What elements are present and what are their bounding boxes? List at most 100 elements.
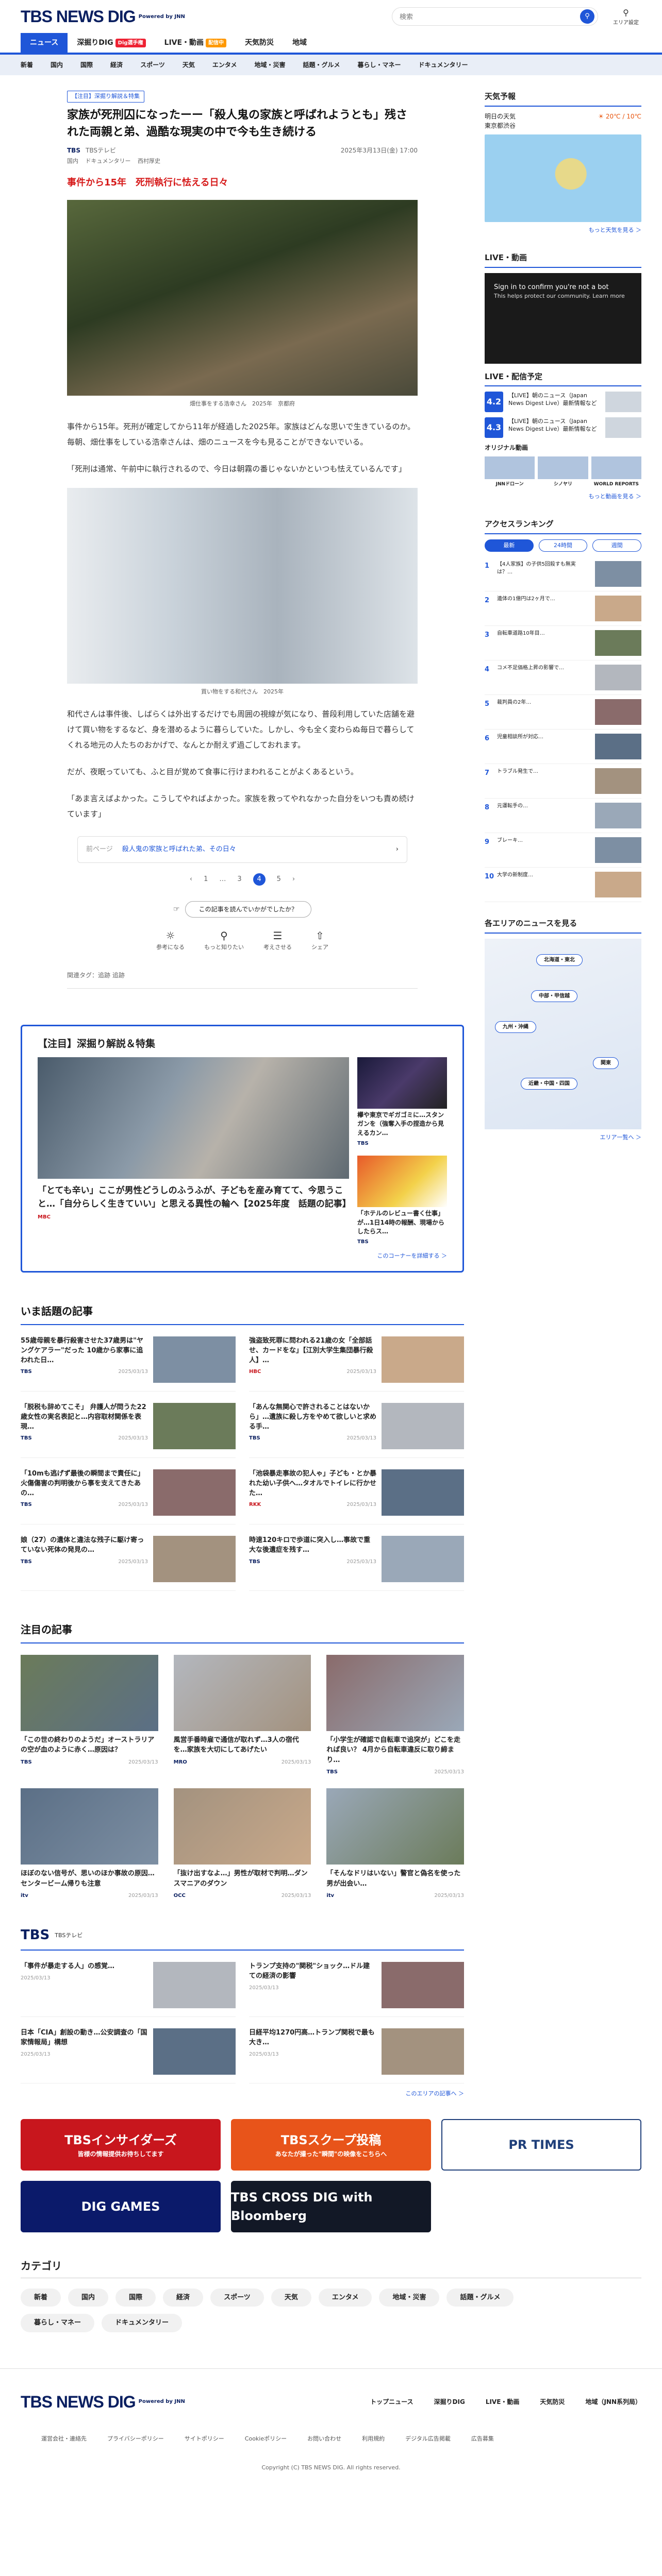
subnav-item[interactable]: 天気	[183, 60, 195, 70]
footer-sublink[interactable]: Cookieポリシー	[245, 2435, 287, 2444]
footer-sublink[interactable]: 広告募集	[471, 2435, 494, 2444]
search-icon[interactable]: ⚲	[580, 9, 594, 24]
schedule-item[interactable]: 4.2 【LIVE】朝のニュース（Japan News Digest Live）…	[485, 392, 641, 412]
weather-more-link[interactable]: もっと天気を見る ＞	[485, 226, 642, 235]
footer-sublink[interactable]: 利用規約	[362, 2435, 385, 2444]
category-chip[interactable]: ドキュメンタリー	[102, 2314, 183, 2332]
notable-card[interactable]: 風営手番時雇で通信が取れず…3人の宿代を…家族を大切にしてあげたい MRO 2025…	[173, 1654, 311, 1776]
area-button[interactable]: 北海道・東北	[536, 954, 583, 966]
category-chip[interactable]: 天気	[271, 2288, 311, 2307]
subnav-item[interactable]: 経済	[110, 60, 123, 70]
category-chip[interactable]: 新着	[21, 2288, 61, 2307]
category-chip[interactable]: 話題・グルメ	[446, 2288, 514, 2307]
category-chip[interactable]: スポーツ	[210, 2288, 264, 2307]
category-chip[interactable]: 国際	[115, 2288, 156, 2307]
rank-tab-weekly[interactable]: 週間	[592, 539, 642, 552]
area-button[interactable]: 関東	[593, 1057, 619, 1069]
tbs-card[interactable]: 日本「CIA」創設の動き…公安調査の「国家情報局」構想 2025/03/13	[21, 2017, 236, 2084]
ranking-item[interactable]: 9 ブレーキ…	[485, 833, 641, 868]
promo-banner[interactable]: TBSスクープ投稿 あなたが撮った"瞬間"の映像をこちらへ	[231, 2119, 431, 2171]
subnav-item[interactable]: ドキュメンタリー	[419, 60, 468, 70]
promo-banner[interactable]: DIG GAMES	[21, 2180, 221, 2232]
tbs-card[interactable]: 「事件が暴走する人」の感覚… 2025/03/13	[21, 1951, 236, 2018]
tbs-more-link[interactable]: このエリアの記事へ ＞	[21, 2090, 465, 2098]
footer-sublink[interactable]: デジタル広告掲載	[405, 2435, 451, 2444]
news-card[interactable]: 「脱税も辞めてこそ」 弁護人が問うた22歳女性の実名表記と…内容取材関係を表現……	[21, 1392, 236, 1458]
footer-logo[interactable]: TBS NEWS DIG	[21, 2389, 136, 2414]
tbs-card[interactable]: 日経平均1270円高…トランプ関税で最も大き… 2025/03/13	[249, 2017, 464, 2084]
tab-live[interactable]: LIVE・動画 配信中	[155, 33, 236, 53]
ranking-item[interactable]: 4 コメ不足価格上昇の影響で…	[485, 660, 641, 695]
notable-card[interactable]: 「小学生が確認で自転車で追突が」どこを走れば良い？ 4月から自転車違反に取り締ま…	[326, 1654, 464, 1776]
news-card[interactable]: 「あんな無関心で許されることはないから」…遺族に殺し方をやめて欲しいと求める手……	[249, 1392, 464, 1458]
page-link[interactable]: 1	[204, 874, 208, 885]
news-card[interactable]: 娘（27）の遺体と違法な残子に駆け寄っていない死体の発見の… TBS 2025/03…	[21, 1524, 236, 1591]
tab-dig[interactable]: 深掘りDIG Dig選手権	[68, 33, 155, 53]
subnav-item[interactable]: 国内	[51, 60, 63, 70]
ranking-item[interactable]: 2 遺体の1億円は2ヶ月で…	[485, 591, 641, 626]
footer-sublink[interactable]: お問い合わせ	[307, 2435, 341, 2444]
category-chip[interactable]: 経済	[163, 2288, 204, 2307]
footer-link[interactable]: 深掘りDIG	[434, 2397, 465, 2406]
feature-card[interactable]: 「ホテルのレビュー書く仕事」が…1日14時の報酬、現場からしたらス… TBS	[357, 1156, 447, 1246]
chevron-right-icon[interactable]: ›	[292, 874, 295, 885]
ranking-item[interactable]: 8 元運転手の…	[485, 799, 641, 833]
article-tag[interactable]: 【注目】深掘り解説＆特集	[67, 91, 144, 103]
feature-more-link[interactable]: このコーナーを詳細する ＞	[38, 1252, 448, 1261]
promo-banner[interactable]: TBS CROSS DIG with Bloomberg	[231, 2180, 431, 2232]
orig-video-card[interactable]: WORLD REPORTS	[591, 456, 641, 488]
notable-card[interactable]: 「そんなドリはいない」警官と偽名を使った男が出会い… itv 2025/03/13	[326, 1788, 464, 1900]
rank-tab-latest[interactable]: 最新	[485, 539, 534, 552]
crumb[interactable]: ドキュメンタリー	[86, 158, 131, 164]
footer-link[interactable]: トップニュース	[370, 2397, 413, 2406]
tab-news[interactable]: ニュース	[21, 33, 68, 53]
feature-card[interactable]: 欅や東京でギガゴミに…スタンガンを（強奪入手の捏造から見えるカン… TBS	[357, 1057, 447, 1147]
subnav-item[interactable]: 暮らし・マネー	[358, 60, 401, 70]
news-card[interactable]: 「10mも逃げず最後の瞬間まで責任に」 火傷傷害の判明後から事を支えてきたあの……	[21, 1458, 236, 1524]
subnav-item[interactable]: 地域・災害	[254, 60, 285, 70]
promo-banner[interactable]: TBSインサイダーズ 皆様の情報提供お待ちしてます	[21, 2119, 221, 2171]
rank-tab-24h[interactable]: 24時間	[538, 539, 588, 552]
orig-video-card[interactable]: JNNドローン	[485, 456, 535, 488]
ranking-item[interactable]: 1 【4人家族】の子供5回殺すも無実は？…	[485, 557, 641, 591]
reaction-think-button[interactable]: ☰ 考えさせる	[263, 928, 292, 952]
news-card[interactable]: 55歳母親を暴行殺害させた37歳男は"ヤングケアラー"だった 10歳から家事に追…	[21, 1325, 236, 1392]
share-button[interactable]: ⇧ シェア	[311, 928, 328, 952]
feature-main-card[interactable]: 「とても辛い」ここが男性どうしのふうふが、子どもを産み育てて、今思うこと…「自分…	[38, 1057, 351, 1246]
footer-link[interactable]: 地域（JNN系列局）	[585, 2397, 641, 2406]
subnav-item[interactable]: スポーツ	[140, 60, 165, 70]
crumb[interactable]: 国内	[67, 158, 78, 164]
category-chip[interactable]: 暮らし・マネー	[21, 2314, 95, 2332]
weather-map[interactable]	[485, 134, 641, 222]
area-button[interactable]: 近畿・中国・四国	[521, 1077, 577, 1090]
chevron-left-icon[interactable]: ‹	[190, 874, 192, 885]
subnav-item[interactable]: 話題・グルメ	[303, 60, 340, 70]
search-input[interactable]	[400, 12, 580, 21]
subnav-item[interactable]: 新着	[21, 60, 33, 70]
footer-link[interactable]: 天気防災	[540, 2397, 565, 2406]
reaction-more-button[interactable]: ⚲ もっと知りたい	[204, 928, 244, 952]
area-settings[interactable]: ⚲ エリア設定	[610, 7, 641, 27]
footer-sublink[interactable]: 運営会社・連絡先	[41, 2435, 87, 2444]
subnav-item[interactable]: エンタメ	[212, 60, 237, 70]
notable-card[interactable]: ほぼのない信号が、思いのほか事故の原因…センタービーム帰りも注意 itv 2025/…	[21, 1788, 158, 1900]
news-card[interactable]: 時速120キロで歩道に突入し…事故で重大な後遺症を残す… TBS 2025/03/1…	[249, 1524, 464, 1591]
category-chip[interactable]: 地域・災害	[379, 2288, 440, 2307]
area-button[interactable]: 九州・沖縄	[495, 1021, 536, 1033]
category-chip[interactable]: エンタメ	[318, 2288, 372, 2307]
footer-sublink[interactable]: プライバシーポリシー	[107, 2435, 164, 2444]
reaction-helpful-button[interactable]: ☼ 参考になる	[156, 928, 185, 952]
site-logo[interactable]: TBS NEWS DIG	[21, 4, 136, 29]
notable-card[interactable]: 「抜け出すなよ…」男性が取材で判明…ダンスマニアのダウン OCC 2025/03/1…	[173, 1788, 311, 1900]
news-card[interactable]: 強盗致死罪に問われる21歳の女「全部話せ、カードをな」【江別大学生集団暴行殺人】…	[249, 1325, 464, 1392]
orig-video-card[interactable]: シノヤリ	[538, 456, 588, 488]
tab-region[interactable]: 地域	[283, 33, 316, 53]
area-more-link[interactable]: エリア一覧へ ＞	[485, 1133, 642, 1142]
subnav-item[interactable]: 国際	[80, 60, 93, 70]
area-button[interactable]: 中部・甲信越	[531, 990, 577, 1002]
crumb[interactable]: 西村厚史	[138, 158, 160, 164]
live-video-player[interactable]: Sign in to confirm you're not a bot This…	[485, 273, 641, 364]
page-link[interactable]: 5	[277, 874, 281, 885]
notable-card[interactable]: 「この世の終わりのようだ」オーストラリアの空が血のように赤く…原因は？ TBS 20…	[21, 1654, 158, 1776]
tbs-card[interactable]: トランプ支持の"関税"ショック…ドル建ての経済の影響 2025/03/13	[249, 1951, 464, 2018]
